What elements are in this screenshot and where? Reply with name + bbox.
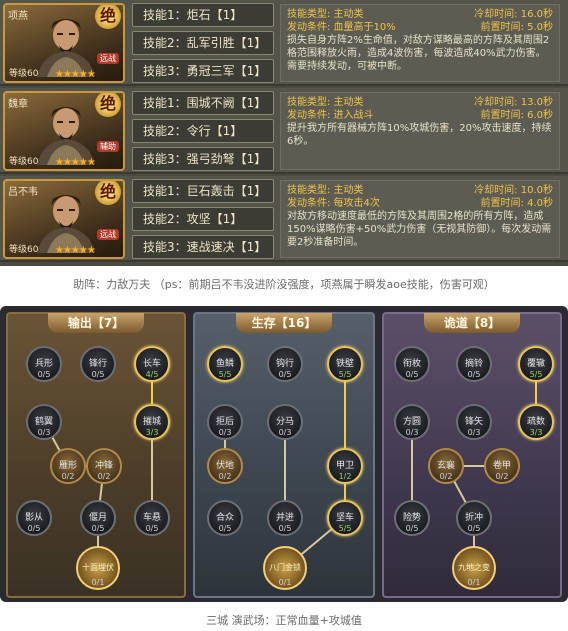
hero-card[interactable]: 项燕 绝 远战 等级60 ★★★★★ [3,3,125,83]
talent-level-count: 0/2 [495,472,509,481]
talent-column: 生存【16】 鱼鳞 5/5 钩行 0/5 铁壁 5/5 拒后 0/3 分马 0/3 伏地 0/2 甲卫 1/… [193,312,375,598]
talent-level-count: 0/5 [27,524,41,533]
talent-level-count: 0/3 [405,428,419,437]
skill-2-button[interactable]: 技能2：乱军引胜【1】 [132,31,274,55]
skill-detail: 技能类型: 主动类 冷却时间: 10.0秒 发动条件: 每攻击4次 前置时间: 4.… [280,180,560,258]
skill-description: 对敌方移动速度最低的方阵及其周围2格的所有方阵，造成150%谋略伤害+50%武力… [287,211,552,248]
hero-name: 项燕 [8,11,28,22]
hero-stars: ★★★★★ [55,69,96,80]
hero-level: 等级60 [9,245,39,255]
hero-portrait [37,195,95,253]
hero-level: 等级60 [9,69,39,79]
talent-column: 输出【7】 兵形 0/5 锋行 0/5 长车 4/5 鹤翼 0/3 摧城 3/3 雁形 0/2 冲锋 0/2… [6,312,186,598]
caption-bottom: 三城 演武场：正常血量+攻城值 [206,614,362,627]
hero-row: 魏章 绝 辅助 等级60 ★★★★★ 技能1：围城不阙【1】 技能2：令行【1】… [0,88,568,174]
talent-level-count: 0/2 [61,472,75,481]
talent-level-count: 5/5 [338,370,352,379]
talent-level-count: 0/5 [218,524,232,533]
talent-tree-panel: 输出【7】 兵形 0/5 锋行 0/5 长车 4/5 鹤翼 0/3 摧城 3/3 雁形 0/2 冲锋 0/2… [0,306,568,602]
talent-level-count: 0/5 [405,524,419,533]
hero-row: 项燕 绝 远战 等级60 ★★★★★ 技能1：炬石【1】 技能2：乱军引胜【1】… [0,0,568,86]
skill-description: 损失自身方阵2%生命值，对敌方谋略最高的方阵及其周围2格范围释放火雨，造成4波伤… [287,35,550,72]
talent-level-count: 0/5 [405,370,419,379]
pre-time: 前置时间: 6.0秒 [480,110,553,121]
cooldown: 冷却时间: 13.0秒 [474,97,553,108]
cooldown: 冷却时间: 16.0秒 [474,9,553,20]
hero-type-tag: 辅助 [97,141,119,152]
hero-card[interactable]: 魏章 绝 辅助 等级60 ★★★★★ [3,91,125,171]
skill-1-button[interactable]: 技能1：围城不阙【1】 [132,91,274,115]
skill-3-button[interactable]: 技能3：速战速决【1】 [132,235,274,259]
talent-level-count: 0/5 [91,370,105,379]
caption-top: 助阵：力敌万夫 （ps：前期吕不韦没进阶没强度，项燕属于瞬发aoe技能，伤害可观… [73,278,495,291]
hero-level: 等级60 [9,157,39,167]
talent-level-count: 0/5 [145,524,159,533]
skill-type: 技能类型: 主动类 [287,9,364,20]
skill-2-button[interactable]: 技能2：攻坚【1】 [132,207,274,231]
skill-detail: 技能类型: 主动类 冷却时间: 13.0秒 发动条件: 进入战斗 前置时间: 6.0… [280,92,560,170]
talent-level-count: 0/5 [467,370,481,379]
talent-level-count: 0/2 [439,472,453,481]
hero-name: 魏章 [8,99,28,110]
talent-level-count: 0/1 [91,578,105,587]
trigger-condition: 发动条件: 每攻击4次 [287,198,380,209]
talent-level-count: 0/5 [278,370,292,379]
hero-type-tag: 远战 [97,229,119,240]
trigger-condition: 发动条件: 进入战斗 [287,110,374,121]
talent-level-count: 0/5 [91,524,105,533]
talent-level-count: 4/5 [145,370,159,379]
talent-level-count: 3/3 [529,428,543,437]
talent-level-count: 0/3 [37,428,51,437]
talent-level-count: 0/5 [37,370,51,379]
skill-3-button[interactable]: 技能3：勇冠三军【1】 [132,59,274,83]
talent-level-count: 3/3 [145,428,159,437]
skill-type: 技能类型: 主动类 [287,185,364,196]
talent-level-count: 1/2 [338,472,352,481]
trigger-condition: 发动条件: 血量高于10% [287,22,396,33]
talent-level-count: 0/3 [218,428,232,437]
skill-2-button[interactable]: 技能2：令行【1】 [132,119,274,143]
skill-1-button[interactable]: 技能1：炬石【1】 [132,3,274,27]
cooldown: 冷却时间: 10.0秒 [474,185,553,196]
hero-portrait [37,19,95,77]
talent-level-count: 5/5 [218,370,232,379]
skill-1-button[interactable]: 技能1：巨石轰击【1】 [132,179,274,203]
talent-level-count: 5/5 [529,370,543,379]
talent-level-count: 0/3 [467,428,481,437]
skill-detail: 技能类型: 主动类 冷却时间: 16.0秒 发动条件: 血量高于10% 前置时间: … [280,4,560,82]
talent-level-count: 0/2 [97,472,111,481]
talent-level-count: 0/1 [278,578,292,587]
hero-stars: ★★★★★ [55,157,96,168]
hero-stars: ★★★★★ [55,245,96,256]
skill-panel: 项燕 绝 远战 等级60 ★★★★★ 技能1：炬石【1】 技能2：乱军引胜【1】… [0,0,568,266]
pre-time: 前置时间: 5.0秒 [480,22,553,33]
skill-description: 提升我方所有器械方阵10%攻城伤害，20%攻击速度，持续6秒。 [287,123,552,147]
talent-column: 诡道【8】 衔枚 0/5 摘铃 0/5 覆辙 5/5 方圆 0/3 锋矢 0/3 疏数 3/3 玄襄 0/2… [382,312,562,598]
talent-level-count: 0/5 [467,524,481,533]
talent-level-count: 0/1 [467,578,481,587]
hero-row: 吕不韦 绝 远战 等级60 ★★★★★ 技能1：巨石轰击【1】 技能2：攻坚【1… [0,176,568,262]
hero-card[interactable]: 吕不韦 绝 远战 等级60 ★★★★★ [3,179,125,259]
skill-type: 技能类型: 主动类 [287,97,364,108]
skill-3-button[interactable]: 技能3：强弓劲弩【1】 [132,147,274,171]
talent-level-count: 0/2 [218,472,232,481]
talent-level-count: 0/3 [278,428,292,437]
hero-type-tag: 远战 [97,53,119,64]
pre-time: 前置时间: 4.0秒 [480,198,553,209]
talent-level-count: 0/5 [278,524,292,533]
talent-level-count: 5/5 [338,524,352,533]
hero-portrait [37,107,95,165]
